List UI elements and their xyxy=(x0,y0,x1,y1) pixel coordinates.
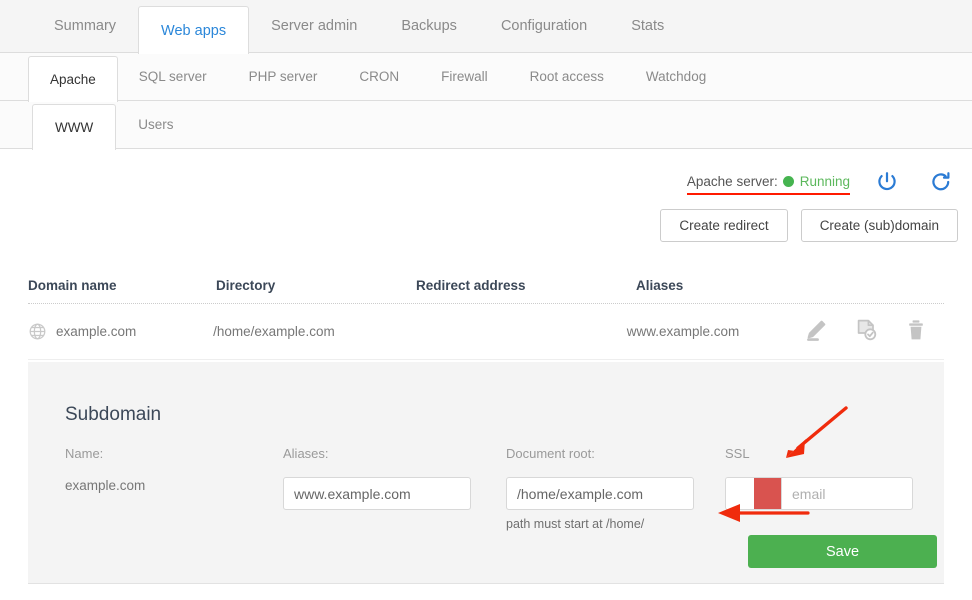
ssl-email-input[interactable] xyxy=(781,477,913,510)
column-header-directory: Directory xyxy=(216,278,276,293)
trash-icon xyxy=(904,318,928,345)
ssl-toggle-track xyxy=(726,478,754,509)
tab-php-server[interactable]: PHP server xyxy=(228,53,339,101)
ssl-toggle[interactable] xyxy=(725,477,781,510)
ssl-toggle-knob xyxy=(753,478,781,509)
primary-tabs: Summary Web apps Server admin Backups Co… xyxy=(0,0,972,54)
tab-cron[interactable]: CRON xyxy=(338,53,420,101)
subdomain-panel: Subdomain Name: example.com Aliases: Doc… xyxy=(28,362,944,584)
edit-icon xyxy=(804,318,828,345)
name-value: example.com xyxy=(65,478,146,493)
document-root-label: Document root: xyxy=(506,446,595,461)
status-label: Apache server: xyxy=(686,174,778,189)
tab-firewall[interactable]: Firewall xyxy=(420,53,509,101)
tab-stats[interactable]: Stats xyxy=(609,0,686,53)
tab-web-apps[interactable]: Web apps xyxy=(138,6,250,54)
globe-icon xyxy=(28,322,47,341)
primary-tab-bar: Summary Web apps Server admin Backups Co… xyxy=(0,0,972,54)
domain-action-bar: Create redirect Create (sub)domain xyxy=(660,209,958,242)
power-icon xyxy=(875,170,899,197)
column-header-domain-name: Domain name xyxy=(28,278,117,293)
field-ssl: SSL xyxy=(725,446,917,531)
cell-domain-name: example.com xyxy=(28,322,213,341)
panel-title: Subdomain xyxy=(65,404,162,425)
restart-button[interactable] xyxy=(924,166,958,200)
cell-domain-name-text: example.com xyxy=(56,324,137,339)
document-root-hint: path must start at /home/ xyxy=(506,517,645,531)
create-subdomain-button[interactable]: Create (sub)domain xyxy=(800,209,958,242)
column-header-aliases: Aliases xyxy=(636,278,684,293)
delete-button[interactable] xyxy=(904,318,928,345)
tab-www[interactable]: WWW xyxy=(32,104,117,150)
column-header-redirect-address: Redirect address xyxy=(416,278,526,293)
power-button[interactable] xyxy=(870,166,904,200)
ssl-controls xyxy=(725,477,917,510)
status-value: Running xyxy=(799,174,850,189)
subdomain-form: Name: example.com Aliases: Document root… xyxy=(65,446,917,531)
certificate-icon xyxy=(854,318,878,345)
cell-row-actions xyxy=(804,318,944,345)
field-document-root: Document root: path must start at /home/ xyxy=(506,446,725,531)
status-dot-icon xyxy=(782,176,794,187)
aliases-input[interactable] xyxy=(283,477,471,510)
aliases-label: Aliases: xyxy=(283,446,329,461)
field-aliases: Aliases: xyxy=(283,446,506,531)
cell-directory: /home/example.com xyxy=(213,324,335,339)
restart-icon xyxy=(929,170,953,197)
tab-server-admin[interactable]: Server admin xyxy=(249,0,379,53)
table-header-row: Domain name Directory Redirect address A… xyxy=(28,268,944,304)
tab-watchdog[interactable]: Watchdog xyxy=(625,53,727,101)
tab-summary[interactable]: Summary xyxy=(32,0,138,53)
certificate-button[interactable] xyxy=(854,318,878,345)
annotation-underline xyxy=(686,192,850,195)
field-name: Name: example.com xyxy=(65,446,283,531)
tab-users[interactable]: Users xyxy=(116,101,195,149)
tab-backups[interactable]: Backups xyxy=(379,0,479,53)
page-root: Summary Web apps Server admin Backups Co… xyxy=(0,0,972,600)
tertiary-tab-bar: WWW Users xyxy=(0,101,972,150)
edit-button[interactable] xyxy=(804,318,828,345)
domain-table: Domain name Directory Redirect address A… xyxy=(28,268,944,360)
table-row[interactable]: example.com /home/example.com www.exampl… xyxy=(28,304,944,360)
document-root-input[interactable] xyxy=(506,477,694,510)
tertiary-tabs: WWW Users xyxy=(0,101,972,150)
cell-aliases: www.example.com xyxy=(626,324,740,339)
secondary-tab-bar: Apache SQL server PHP server CRON Firewa… xyxy=(0,53,972,102)
create-redirect-button[interactable]: Create redirect xyxy=(660,209,788,242)
ssl-label: SSL xyxy=(725,446,750,461)
name-label: Name: xyxy=(65,446,104,461)
tab-root-access[interactable]: Root access xyxy=(509,53,625,101)
status-badge: Apache server: Running xyxy=(686,174,850,195)
tab-sql-server[interactable]: SQL server xyxy=(118,53,228,101)
server-status-bar: Apache server: Running xyxy=(686,166,958,200)
tab-apache[interactable]: Apache xyxy=(28,56,118,102)
tab-configuration[interactable]: Configuration xyxy=(479,0,609,53)
save-button[interactable]: Save xyxy=(748,535,937,568)
secondary-tabs: Apache SQL server PHP server CRON Firewa… xyxy=(0,53,972,102)
